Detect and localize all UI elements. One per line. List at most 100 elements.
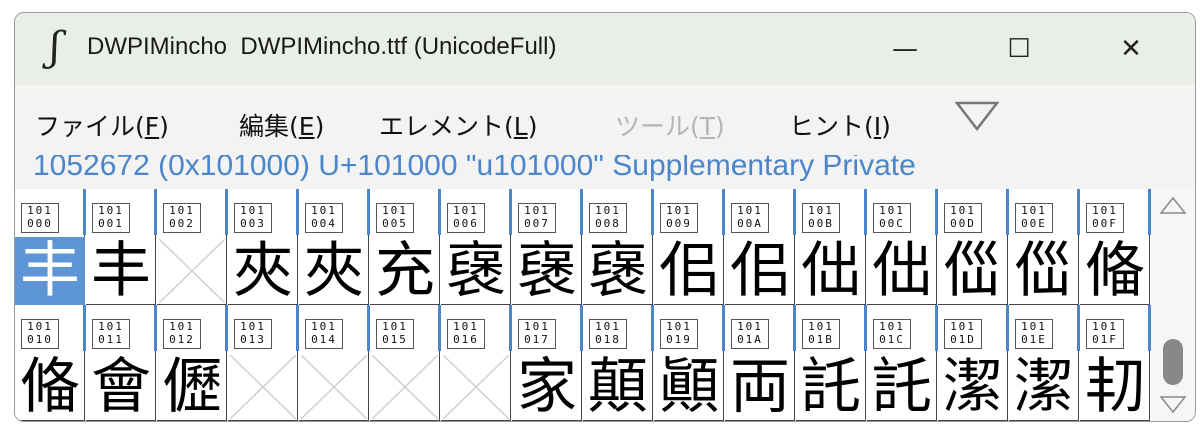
glyph-cell[interactable]: 101 008 襃 (583, 189, 655, 305)
glyph-cell[interactable]: 101 018 顛 (583, 305, 655, 421)
glyph-preview: 顚 (659, 352, 719, 422)
menu-hints[interactable]: ヒント(I) (789, 107, 891, 143)
glyph-cell-header: 101 01E (1009, 305, 1081, 353)
glyph-code-label: 101 012 (163, 319, 201, 349)
menu-bar: ファイル(F) 編集(E) エレメント(L) ツール(T) ヒント(I) (15, 85, 1195, 155)
glyph-preview: 㑎 (1014, 236, 1074, 306)
glyph-code-label: 101 01E (1015, 319, 1053, 349)
glyph-cell[interactable]: 101 017 家 (512, 305, 584, 422)
glyph-cell[interactable]: 101 00F 偹 (1080, 189, 1152, 305)
glyph-cell-header: 101 003 (228, 189, 300, 237)
menu-element[interactable]: エレメント(L) (379, 107, 537, 143)
menu-edit[interactable]: 編集(E) (239, 107, 324, 143)
menu-accelerator-key: L (513, 112, 528, 141)
glyph-cell[interactable]: 101 00C 㑁 (867, 189, 939, 305)
glyph-cell-header: 101 011 (86, 305, 158, 353)
glyph-cell[interactable]: 101 00D 㑎 (938, 189, 1010, 305)
glyph-cell-header: 101 006 (441, 189, 513, 237)
maximize-button[interactable]: ☐ (989, 27, 1049, 71)
glyph-cell[interactable]: 101 01F 㓞 (1080, 305, 1152, 421)
glyph-cell[interactable]: 101 001 丰 (86, 189, 158, 305)
glyph-preview: 夾 (233, 236, 293, 306)
glyph-code-label: 101 016 (447, 319, 485, 349)
menu-label: ファイル( (35, 112, 145, 141)
vertical-scrollbar[interactable] (1151, 189, 1195, 421)
title-bar[interactable]: ʃ DWPIMincho DWPIMincho.ttf (UnicodeFull… (15, 13, 1195, 85)
glyph-cell-header: 101 00E (1009, 189, 1081, 237)
glyph-cell-header: 101 000 (15, 189, 87, 237)
glyph-cell[interactable]: 101 01B 託 (796, 305, 868, 422)
glyph-info-text: 1052672 (0x101000) U+101000 "u101000" Su… (33, 155, 916, 182)
glyph-cell-header: 101 004 (299, 189, 371, 237)
scroll-down-arrow-icon[interactable] (1159, 395, 1187, 415)
scrollbar-thumb[interactable] (1163, 339, 1183, 385)
glyph-cell[interactable]: 101 01C 託 (867, 305, 939, 422)
glyph-cell[interactable]: 101 011 會 (86, 305, 158, 422)
glyph-code-label: 101 015 (376, 319, 414, 349)
empty-glyph-cross-icon (159, 239, 225, 303)
glyph-cell[interactable]: 101 010 偹 (15, 305, 87, 421)
menu-label-end: ) (881, 112, 891, 141)
glyph-preview: 託 (872, 352, 932, 422)
glyph-cell[interactable]: 101 012 儮 (157, 305, 229, 422)
menu-label: ヒント( (789, 112, 874, 141)
glyph-preview: 託 (801, 352, 861, 422)
menu-overflow-triangle-icon[interactable] (955, 101, 999, 131)
glyph-cell[interactable]: 101 009 佀 (654, 189, 726, 306)
glyph-cell[interactable]: 101 004 夾 (299, 189, 371, 306)
scroll-up-arrow-icon[interactable] (1159, 195, 1187, 215)
glyph-preview: 儮 (162, 352, 222, 422)
glyph-preview: 潔 (1014, 352, 1074, 422)
glyph-cell[interactable]: 101 002 (157, 189, 229, 305)
glyph-cell[interactable]: 101 016 (441, 305, 513, 421)
glyph-cell[interactable]: 101 014 (299, 305, 371, 421)
glyph-cell-header: 101 014 (299, 305, 371, 353)
glyph-preview: 充 (375, 236, 435, 306)
glyph-cell[interactable]: 101 015 (370, 305, 442, 421)
glyph-cell-header: 101 009 (654, 189, 726, 237)
glyph-preview: 家 (517, 352, 577, 422)
glyph-code-label: 101 000 (21, 203, 59, 233)
glyph-cell-header: 101 002 (157, 189, 229, 237)
menu-tools[interactable]: ツール(T) (615, 107, 725, 143)
glyph-preview: 丰 (15, 237, 85, 305)
glyph-cell-header: 101 01A (725, 305, 797, 353)
glyph-cell[interactable]: 101 01A 両 (725, 305, 797, 421)
glyph-cell[interactable]: 101 000 丰 (15, 189, 87, 305)
glyph-cell[interactable]: 101 019 顚 (654, 305, 726, 422)
empty-glyph-cross-icon (443, 355, 509, 419)
glyph-code-label: 101 00C (873, 203, 911, 233)
empty-glyph-cross-icon (301, 355, 367, 419)
glyph-cell[interactable]: 101 013 (228, 305, 300, 421)
glyph-preview: 佀 (659, 236, 719, 306)
glyph-cell[interactable]: 101 003 夾 (228, 189, 300, 306)
empty-glyph-cross-icon (372, 355, 438, 419)
menu-file[interactable]: ファイル(F) (35, 107, 169, 143)
glyph-cell-header: 101 00B (796, 189, 868, 237)
glyph-code-label: 101 003 (234, 203, 272, 233)
minimize-button[interactable]: — (875, 27, 935, 71)
close-button[interactable]: ✕ (1101, 27, 1161, 71)
glyph-cell-header: 101 007 (512, 189, 584, 237)
glyph-cell[interactable]: 101 005 充 (370, 189, 442, 306)
glyph-cell[interactable]: 101 006 襃 (441, 189, 513, 305)
fontforge-app-icon: ʃ (49, 24, 61, 70)
glyph-cell-header: 101 00A (725, 189, 797, 237)
glyph-code-label: 101 011 (92, 319, 130, 349)
glyph-cell[interactable]: 101 00B 㑁 (796, 189, 868, 305)
glyph-info-bar: 1052672 (0x101000) U+101000 "u101000" Su… (15, 155, 1175, 189)
glyph-code-label: 101 005 (376, 203, 414, 233)
glyph-cell[interactable]: 101 01E 潔 (1009, 305, 1081, 422)
glyph-cell-header: 101 00F (1080, 189, 1152, 237)
glyph-preview: 會 (91, 352, 151, 422)
glyph-cell[interactable]: 101 007 襃 (512, 189, 584, 305)
glyph-preview: 夾 (304, 236, 364, 306)
glyph-code-label: 101 002 (163, 203, 201, 233)
glyph-cell[interactable]: 101 00E 㑎 (1009, 189, 1081, 306)
glyph-code-label: 101 01D (944, 319, 982, 349)
menu-accelerator-key: F (144, 112, 160, 141)
glyph-cell[interactable]: 101 00A 佀 (725, 189, 797, 305)
glyph-cell-header: 101 015 (370, 305, 442, 353)
glyph-code-label: 101 00F (1086, 203, 1124, 233)
glyph-cell[interactable]: 101 01D 潔 (938, 305, 1010, 421)
